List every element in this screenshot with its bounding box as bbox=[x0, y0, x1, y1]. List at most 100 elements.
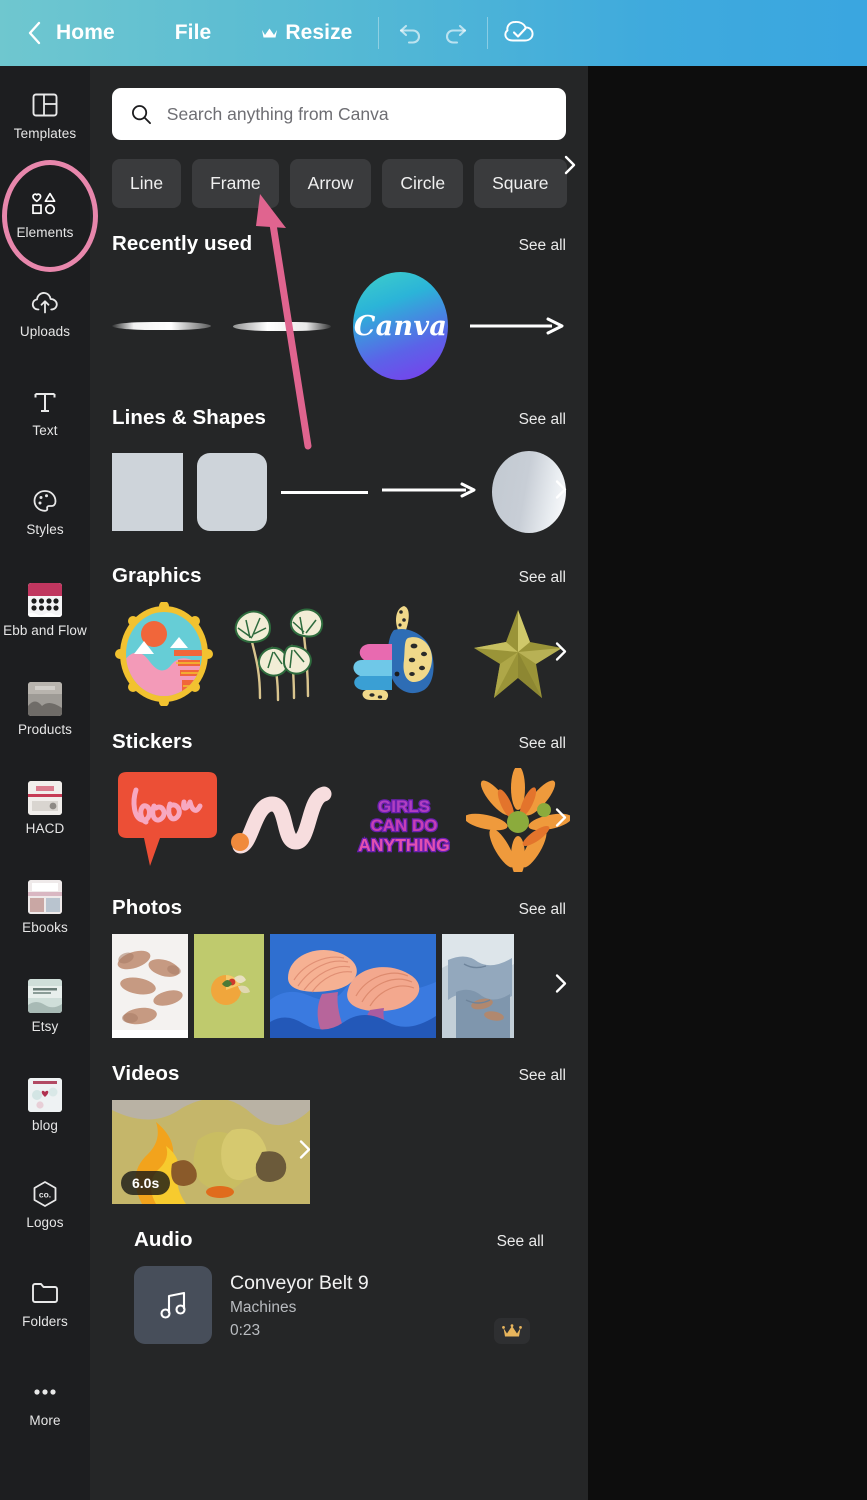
resize-button[interactable]: Resize bbox=[245, 21, 368, 45]
sidebar-item-hacd[interactable]: HACD bbox=[0, 759, 90, 858]
see-all-link[interactable]: See all bbox=[519, 237, 566, 255]
photo-hands-on-white[interactable] bbox=[112, 934, 188, 1038]
arrow-line-element[interactable] bbox=[469, 316, 566, 336]
shape-rounded-square[interactable] bbox=[196, 453, 268, 531]
sidebar-item-products[interactable]: Products bbox=[0, 660, 90, 759]
sidebar-item-label: blog bbox=[32, 1118, 58, 1133]
section-header: Recently used See all bbox=[112, 232, 566, 256]
search-icon bbox=[132, 104, 151, 124]
section-photos: Photos See all bbox=[90, 896, 588, 1038]
sidebar-item-folders[interactable]: Folders bbox=[0, 1254, 90, 1353]
sidebar-item-label: Logos bbox=[26, 1215, 64, 1230]
shape-line[interactable] bbox=[281, 490, 368, 494]
chips-next-button[interactable] bbox=[560, 154, 580, 181]
chevron-left-icon bbox=[28, 21, 41, 45]
section-stickers: Stickers See all GIRLS CAN DO ANYTHING bbox=[90, 730, 588, 876]
text-t-icon bbox=[31, 387, 59, 417]
chip-circle[interactable]: Circle bbox=[382, 159, 464, 208]
chevron-right-icon bbox=[555, 642, 567, 661]
chip-arrow[interactable]: Arrow bbox=[289, 159, 372, 208]
palette-icon bbox=[31, 486, 59, 516]
see-all-link[interactable]: See all bbox=[519, 411, 566, 429]
sidebar-item-elements[interactable]: Elements bbox=[0, 165, 90, 264]
audio-thumbnail bbox=[134, 1266, 212, 1344]
canva-logo-circle[interactable]: Canva bbox=[353, 272, 448, 380]
sticker-love-speech-bubble[interactable] bbox=[112, 768, 217, 872]
toolbar-divider-1 bbox=[378, 17, 380, 49]
chip-line[interactable]: Line bbox=[112, 159, 182, 208]
sidebar-item-label: HACD bbox=[25, 821, 65, 836]
arrow-right-icon bbox=[381, 482, 476, 497]
sidebar-item-blog[interactable]: blog bbox=[0, 1056, 90, 1155]
section-title: Stickers bbox=[112, 730, 193, 753]
home-button[interactable]: Home bbox=[52, 21, 159, 45]
chip-frame[interactable]: Frame bbox=[192, 159, 279, 208]
filter-chip-row: Line Frame Arrow Circle Square bbox=[90, 140, 588, 208]
stickers-row: GIRLS CAN DO ANYTHING bbox=[112, 766, 572, 876]
see-all-link[interactable]: See all bbox=[497, 1233, 544, 1251]
sidebar-item-label: Templates bbox=[13, 126, 77, 141]
sticker-girls-can-do-anything[interactable]: GIRLS CAN DO ANYTHING bbox=[348, 768, 452, 872]
sidebar-item-uploads[interactable]: Uploads bbox=[0, 264, 90, 363]
see-all-link[interactable]: See all bbox=[519, 901, 566, 919]
file-menu-button[interactable]: File bbox=[159, 21, 246, 45]
shape-square[interactable] bbox=[112, 453, 183, 531]
undo-button[interactable] bbox=[389, 11, 433, 55]
videos-next-button[interactable] bbox=[296, 1139, 310, 1166]
sidebar-item-etsy[interactable]: Etsy bbox=[0, 957, 90, 1056]
audio-track-row[interactable]: Conveyor Belt 9 Machines 0:23 bbox=[134, 1266, 544, 1344]
sidebar-item-styles[interactable]: Styles bbox=[0, 462, 90, 561]
redo-button[interactable] bbox=[433, 11, 477, 55]
sidebar-item-ebb-and-flow[interactable]: Ebb and Flow bbox=[0, 561, 90, 660]
section-graphics: Graphics See all bbox=[90, 564, 588, 707]
folder-thumbnail bbox=[28, 1078, 62, 1112]
folder-thumbnail bbox=[28, 979, 62, 1013]
graphic-thumbs-up-collage[interactable] bbox=[348, 602, 452, 706]
sidebar-item-ebooks[interactable]: Ebooks bbox=[0, 858, 90, 957]
chip-square[interactable]: Square bbox=[474, 159, 567, 208]
logo-hexagon-icon: co. bbox=[30, 1179, 60, 1209]
arrow-right-icon bbox=[469, 317, 564, 335]
elements-panel: Line Frame Arrow Circle Square Recently … bbox=[90, 66, 588, 1500]
see-all-link[interactable]: See all bbox=[519, 735, 566, 753]
search-bar[interactable] bbox=[112, 88, 566, 140]
sticker-pink-squiggle[interactable] bbox=[230, 768, 334, 872]
lines-shapes-next-button[interactable] bbox=[552, 479, 570, 506]
graphic-mountain-pagoda-badge[interactable] bbox=[112, 601, 216, 707]
see-all-link[interactable]: See all bbox=[519, 569, 566, 587]
sidebar-item-label: Etsy bbox=[31, 1019, 59, 1034]
brush-stroke-2[interactable] bbox=[232, 321, 331, 331]
stickers-next-button[interactable] bbox=[552, 807, 570, 834]
audio-track-duration: 0:23 bbox=[230, 1321, 261, 1339]
section-header: Stickers See all bbox=[112, 730, 566, 754]
sidebar-item-templates[interactable]: Templates bbox=[0, 66, 90, 165]
shape-arrow[interactable] bbox=[381, 481, 478, 504]
photo-denim-jacket[interactable] bbox=[442, 934, 514, 1038]
section-recently-used: Recently used See all Canva bbox=[90, 232, 588, 382]
back-button[interactable] bbox=[18, 16, 52, 50]
video-fire-flower[interactable]: 6.0s bbox=[112, 1100, 310, 1204]
sidebar-item-logos[interactable]: co. Logos bbox=[0, 1155, 90, 1254]
cloud-save-status-button[interactable] bbox=[498, 11, 542, 55]
section-header: Lines & Shapes See all bbox=[112, 406, 566, 430]
see-all-link[interactable]: See all bbox=[519, 1067, 566, 1085]
photos-next-button[interactable] bbox=[552, 973, 570, 1000]
search-input[interactable] bbox=[166, 103, 548, 125]
crown-icon bbox=[502, 1323, 522, 1336]
photo-pink-mushroom[interactable] bbox=[270, 934, 436, 1038]
section-title: Videos bbox=[112, 1062, 180, 1085]
sidebar-item-label: Products bbox=[17, 722, 73, 737]
section-title: Lines & Shapes bbox=[112, 406, 267, 429]
redo-icon bbox=[446, 24, 467, 44]
sidebar-item-more[interactable]: More bbox=[0, 1353, 90, 1452]
photo-fruit-on-green[interactable] bbox=[194, 934, 264, 1038]
svg-text:co.: co. bbox=[39, 1190, 51, 1200]
brush-stroke-1[interactable] bbox=[112, 322, 211, 330]
sidebar-item-text[interactable]: Text bbox=[0, 363, 90, 462]
cloud-check-icon bbox=[504, 20, 534, 42]
chevron-right-icon bbox=[555, 480, 567, 499]
sidebar-item-label: Styles bbox=[26, 522, 64, 537]
templates-icon bbox=[31, 90, 59, 120]
graphic-leaf-plant[interactable] bbox=[230, 602, 334, 706]
graphics-next-button[interactable] bbox=[552, 641, 570, 668]
